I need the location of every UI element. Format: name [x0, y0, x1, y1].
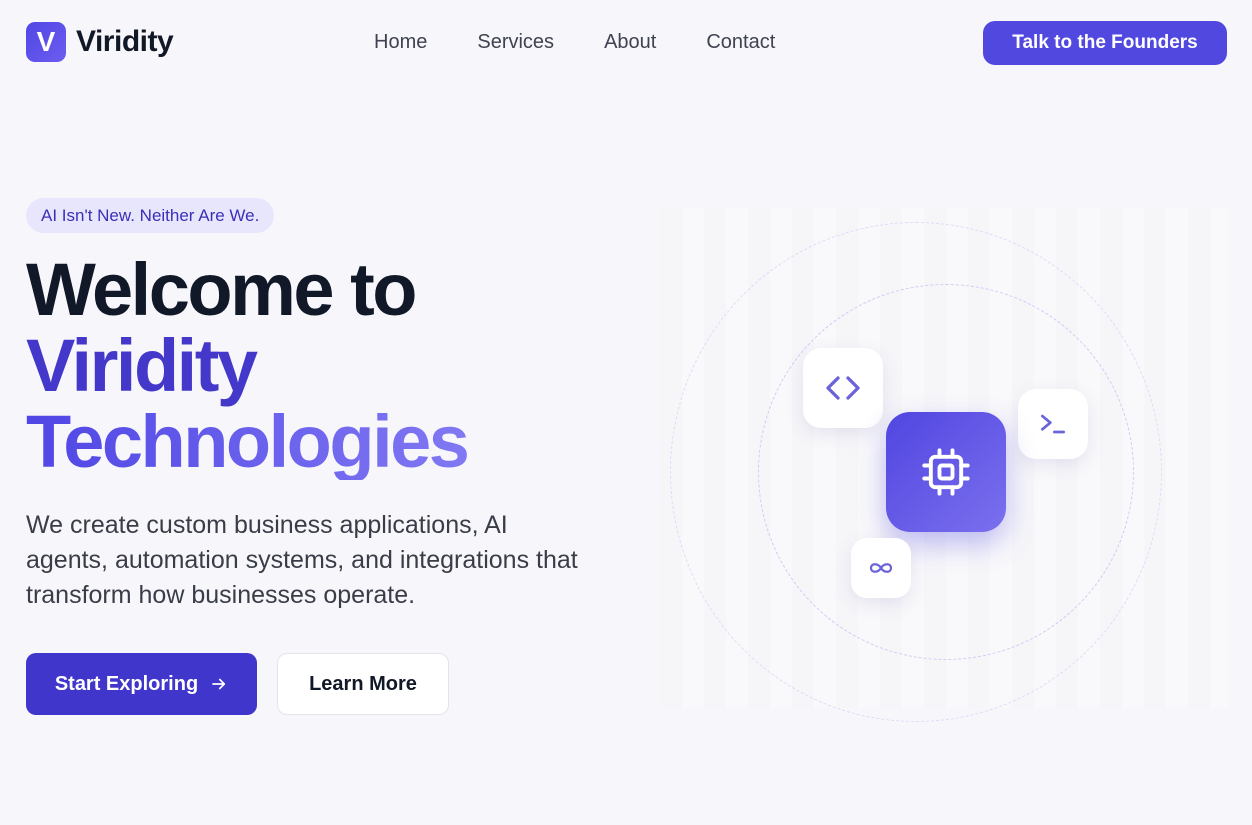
- learn-more-button[interactable]: Learn More: [277, 653, 449, 715]
- infinity-tile: [851, 538, 911, 598]
- headline-line-2: Viridity: [26, 324, 258, 407]
- nav-link-about[interactable]: About: [604, 31, 656, 54]
- hero-subtitle: We create custom business applications, …: [26, 511, 578, 609]
- terminal-icon: [1041, 414, 1065, 434]
- nav-links: Home Services About Contact: [374, 31, 775, 54]
- start-exploring-button[interactable]: Start Exploring: [26, 653, 257, 715]
- hero-headline: Welcome to Viridity Technologies: [26, 248, 470, 483]
- nav-link-services[interactable]: Services: [477, 31, 554, 54]
- code-tile: [803, 348, 883, 428]
- headline-line-1: Welcome to: [26, 248, 417, 331]
- infinity-icon: [869, 563, 893, 573]
- brand-logo[interactable]: V Viridity: [26, 22, 174, 62]
- nav-link-contact[interactable]: Contact: [706, 31, 775, 54]
- nav-link-home[interactable]: Home: [374, 31, 427, 54]
- logo-mark-icon: V: [26, 22, 66, 62]
- start-exploring-label: Start Exploring: [54, 672, 199, 695]
- talk-to-founders-button[interactable]: Talk to the Founders: [983, 21, 1227, 65]
- code-icon: [826, 376, 860, 400]
- cpu-tile: [886, 412, 1006, 532]
- brand-name: Viridity: [76, 25, 174, 58]
- cpu-chip-icon: [922, 448, 970, 496]
- headline-line-3: Technologies: [26, 400, 470, 483]
- terminal-tile: [1018, 389, 1088, 459]
- top-nav: V Viridity Home Services About Contact T…: [0, 0, 1252, 86]
- arrow-right-icon: [212, 678, 226, 690]
- hero-badge: AI Isn't New. Neither Are We.: [26, 198, 275, 233]
